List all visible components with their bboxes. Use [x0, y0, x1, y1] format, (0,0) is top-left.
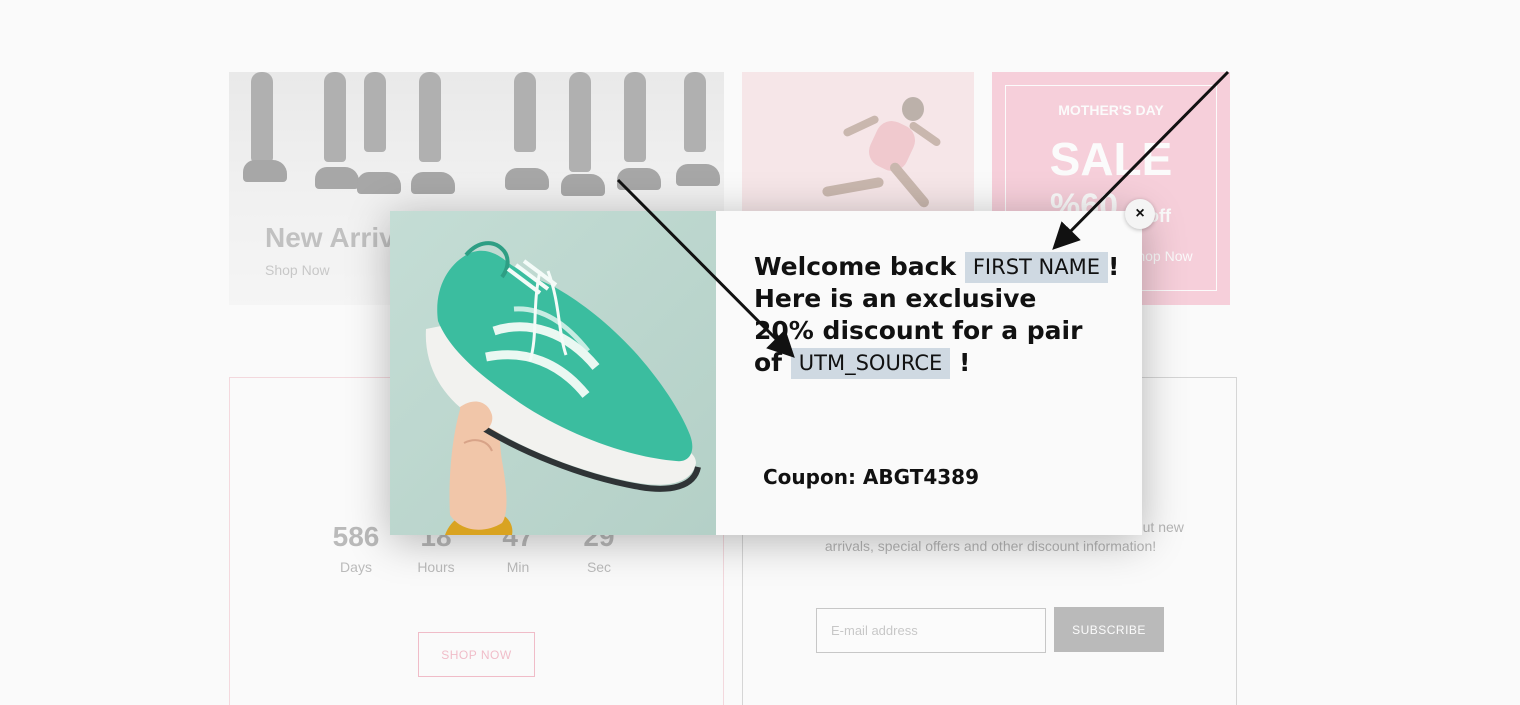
coupon-label: Coupon: [763, 465, 856, 489]
headline-welcome-text: Welcome back [754, 252, 957, 281]
welcome-headline: Welcome back FIRST NAME! Here is an excl… [754, 251, 1134, 379]
email-field[interactable] [816, 608, 1046, 653]
sale-subtitle: MOTHER'S DAY [1058, 102, 1164, 118]
coupon-code[interactable]: ABGT4389 [863, 465, 979, 489]
close-icon[interactable]: × [1125, 199, 1155, 229]
new-arrivals-shop-link[interactable]: Shop Now [265, 262, 330, 278]
headline-of-text: of [754, 348, 783, 377]
coupon-line: Coupon: ABGT4389 [763, 465, 979, 489]
headline-line-3: 20% discount for a pair [754, 316, 1083, 345]
sneaker-image [390, 211, 716, 535]
subscribe-button[interactable]: SUBSCRIBE [1054, 607, 1164, 652]
utm-source-tag: UTM_SOURCE [790, 348, 951, 379]
first-name-tag: FIRST NAME [964, 252, 1109, 283]
sale-title: SALE [1049, 133, 1173, 185]
headline-exclaim-1: ! [1108, 252, 1120, 281]
shop-now-button[interactable]: SHOP NOW [418, 632, 535, 677]
headline-exclaim-2: ! [959, 348, 971, 377]
countdown-days: 586 Days [332, 521, 380, 575]
runner-figure [902, 97, 924, 121]
sneaker-in-hand-illustration [425, 241, 701, 535]
popup-content: Welcome back FIRST NAME! Here is an excl… [716, 211, 1142, 535]
headline-line-2: Here is an exclusive [754, 284, 1037, 313]
discount-popup: Welcome back FIRST NAME! Here is an excl… [390, 211, 1142, 535]
